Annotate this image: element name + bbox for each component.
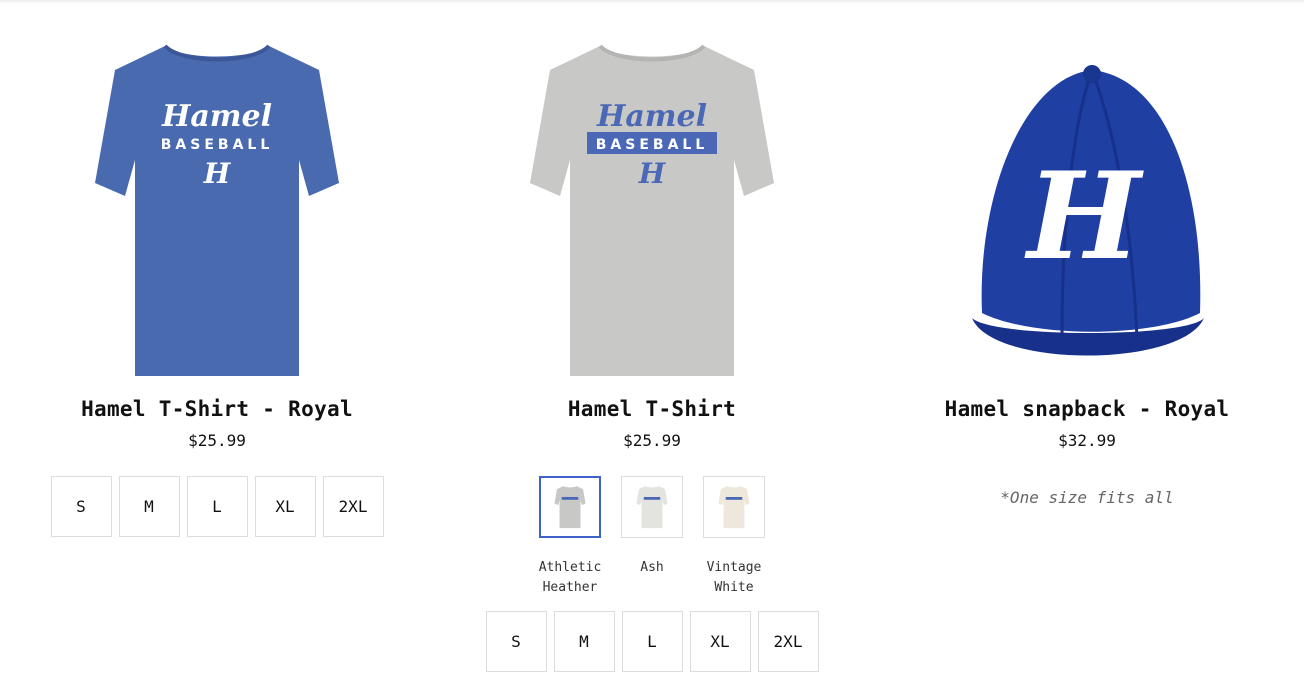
top-divider [0, 0, 1304, 4]
product-image-snapback[interactable]: H [870, 38, 1304, 383]
print-word: Hamel [596, 99, 707, 134]
product-title[interactable]: Hamel snapback - Royal [870, 394, 1304, 424]
color-label: Vintage White [706, 560, 762, 595]
size-button-l[interactable]: L [621, 611, 683, 672]
product-title[interactable]: Hamel T-Shirt [435, 394, 869, 424]
product-price: $25.99 [188, 431, 246, 450]
size-button-m[interactable]: M [118, 476, 180, 537]
color-option-athletic-heather: Athletic Heather [529, 476, 611, 598]
product-image-tshirt[interactable]: Hamel BASEBALL H [435, 38, 869, 383]
size-button-xl[interactable]: XL [689, 611, 751, 672]
color-label: Ash [640, 560, 664, 575]
print-letter: H [203, 157, 232, 190]
swatch-ash[interactable] [621, 476, 683, 538]
product-price: $25.99 [623, 431, 681, 450]
color-option-ash: Ash [611, 476, 693, 598]
print-sub: BASEBALL [596, 137, 709, 153]
color-options: Athletic Heather Ash Vintage White [435, 476, 869, 598]
print-sub: BASEBALL [161, 137, 274, 153]
print-letter: H [638, 157, 667, 190]
swatch-vintage-white[interactable] [703, 476, 765, 538]
color-option-vintage-white: Vintage White [693, 476, 775, 598]
size-button-xl[interactable]: XL [254, 476, 316, 537]
product-price: $32.99 [1058, 431, 1116, 450]
swatch-athletic-heather[interactable] [539, 476, 601, 538]
size-button-m[interactable]: M [553, 611, 615, 672]
color-label: Athletic Heather [538, 560, 602, 595]
size-note: *One size fits all [1000, 488, 1174, 507]
size-button-s[interactable]: S [485, 611, 547, 672]
size-button-2xl[interactable]: 2XL [322, 476, 384, 537]
size-button-s[interactable]: S [50, 476, 112, 537]
size-options: S M L XL 2XL [0, 476, 434, 537]
product-title[interactable]: Hamel T-Shirt - Royal [0, 394, 434, 424]
print-word: Hamel [161, 99, 272, 134]
size-options: S M L XL 2XL [435, 611, 869, 672]
cap-letter: H [1024, 146, 1144, 287]
size-button-2xl[interactable]: 2XL [757, 611, 819, 672]
product-image-royal-tshirt[interactable]: Hamel BASEBALL H [0, 38, 434, 383]
size-button-l[interactable]: L [186, 476, 248, 537]
